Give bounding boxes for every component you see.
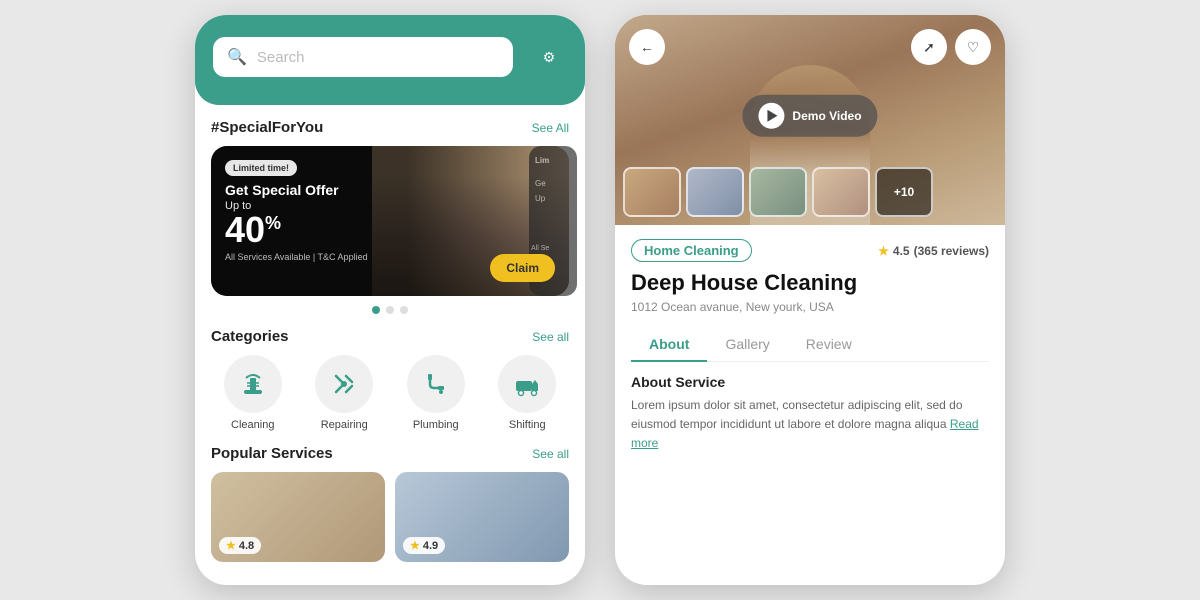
play-icon [767, 110, 777, 122]
thumbnail-more[interactable]: +10 [875, 167, 933, 217]
play-circle [758, 103, 784, 129]
thumbnail-4[interactable] [812, 167, 870, 217]
popular-section-header: Popular Services See all [211, 445, 569, 462]
service-address: 1012 Ocean avanue, New yourk, USA [631, 300, 989, 314]
plumbing-label: Plumbing [413, 419, 459, 431]
search-bar[interactable]: 🔍 Search [213, 37, 513, 77]
category-shifting[interactable]: Shifting [498, 355, 556, 431]
banner-card: Limited time! Get Special Offer Up to 40… [211, 146, 569, 296]
limited-badge: Limited time! [225, 160, 297, 176]
banner-upto: Up to [225, 200, 368, 212]
tab-review[interactable]: Review [788, 328, 870, 361]
thumbnail-2[interactable] [686, 167, 744, 217]
categories-title: Categories [211, 328, 289, 345]
service-tag-row: Home Cleaning ★ 4.5 (365 reviews) [631, 239, 989, 262]
star-icon-1: ★ [226, 539, 236, 552]
shifting-icon-circle [498, 355, 556, 413]
tab-about[interactable]: About [631, 328, 707, 362]
category-plumbing[interactable]: Plumbing [407, 355, 465, 431]
plumbing-icon-circle [407, 355, 465, 413]
popular-card-2[interactable]: ★ 4.9 [395, 472, 569, 562]
filter-icon: ⚙ [543, 49, 556, 66]
service-tag: Home Cleaning [631, 239, 752, 262]
thumbnail-strip: +10 [623, 167, 997, 217]
detail-header: ← ➚ ♡ Demo Video + [615, 15, 1005, 225]
favorite-button[interactable]: ♡ [955, 29, 991, 65]
phone-right: ← ➚ ♡ Demo Video + [615, 15, 1005, 585]
app-container: 🔍 Search ⚙ #SpecialForYou See All [0, 0, 1200, 600]
special-title: #SpecialForYou [211, 119, 323, 136]
categories-see-all[interactable]: See all [532, 330, 569, 344]
demo-video-label: Demo Video [792, 109, 861, 123]
service-name: Deep House Cleaning [631, 270, 989, 296]
filter-button[interactable]: ⚙ [531, 39, 567, 75]
dot-1 [372, 306, 380, 314]
banner-title: Get Special Offer [225, 182, 368, 198]
share-button[interactable]: ➚ [911, 29, 947, 65]
banner-dots [211, 306, 569, 314]
repairing-icon-circle [315, 355, 373, 413]
back-icon: ← [640, 39, 654, 55]
banner-sub: All Services Available | T&C Applied [225, 252, 368, 262]
search-icon: 🔍 [227, 47, 247, 67]
left-header: 🔍 Search ⚙ [195, 15, 585, 105]
search-input[interactable]: Search [257, 49, 499, 66]
action-buttons: ➚ ♡ [911, 29, 991, 65]
popular-card-1[interactable]: ★ 4.8 [211, 472, 385, 562]
rating-star: ★ [878, 244, 889, 258]
card-2-rating: ★ 4.9 [403, 537, 445, 554]
cleaning-icon-circle [224, 355, 282, 413]
special-section-header: #SpecialForYou See All [211, 119, 569, 136]
demo-video-button[interactable]: Demo Video [742, 95, 877, 137]
special-see-all[interactable]: See All [532, 121, 569, 135]
rating-reviews: (365 reviews) [914, 244, 989, 258]
dot-3 [400, 306, 408, 314]
cleaning-label: Cleaning [231, 419, 274, 431]
dot-2 [386, 306, 394, 314]
repairing-label: Repairing [321, 419, 368, 431]
cleaning-icon [239, 370, 267, 398]
categories-section-header: Categories See all [211, 328, 569, 345]
tab-gallery[interactable]: Gallery [707, 328, 787, 361]
card-1-rating: ★ 4.8 [219, 537, 261, 554]
left-body: #SpecialForYou See All Limited time! Get… [195, 105, 585, 585]
rating-value: 4.5 [893, 244, 910, 258]
about-section-title: About Service [631, 374, 989, 390]
back-button[interactable]: ← [629, 29, 665, 65]
categories-grid: Cleaning Repairing [211, 355, 569, 431]
popular-see-all[interactable]: See all [532, 447, 569, 461]
tabs-row: About Gallery Review [631, 328, 989, 362]
popular-cards: ★ 4.8 ★ 4.9 [211, 472, 569, 562]
star-icon-2: ★ [410, 539, 420, 552]
category-repairing[interactable]: Repairing [315, 355, 373, 431]
banner-content: Limited time! Get Special Offer Up to 40… [225, 158, 368, 262]
popular-title: Popular Services [211, 445, 333, 462]
thumbnail-1[interactable] [623, 167, 681, 217]
repairing-icon [330, 370, 358, 398]
phone-left: 🔍 Search ⚙ #SpecialForYou See All [195, 15, 585, 585]
category-cleaning[interactable]: Cleaning [224, 355, 282, 431]
detail-body: Home Cleaning ★ 4.5 (365 reviews) Deep H… [615, 225, 1005, 585]
plumbing-icon [422, 370, 450, 398]
shifting-icon [513, 370, 541, 398]
shifting-label: Shifting [509, 419, 546, 431]
about-text: Lorem ipsum dolor sit amet, consectetur … [631, 396, 989, 454]
claim-button[interactable]: Claim [490, 254, 555, 282]
share-icon: ➚ [923, 39, 935, 56]
thumbnail-3[interactable] [749, 167, 807, 217]
banner-percent: 40% [225, 212, 368, 248]
heart-icon: ♡ [967, 39, 980, 56]
rating-row: ★ 4.5 (365 reviews) [878, 244, 989, 258]
